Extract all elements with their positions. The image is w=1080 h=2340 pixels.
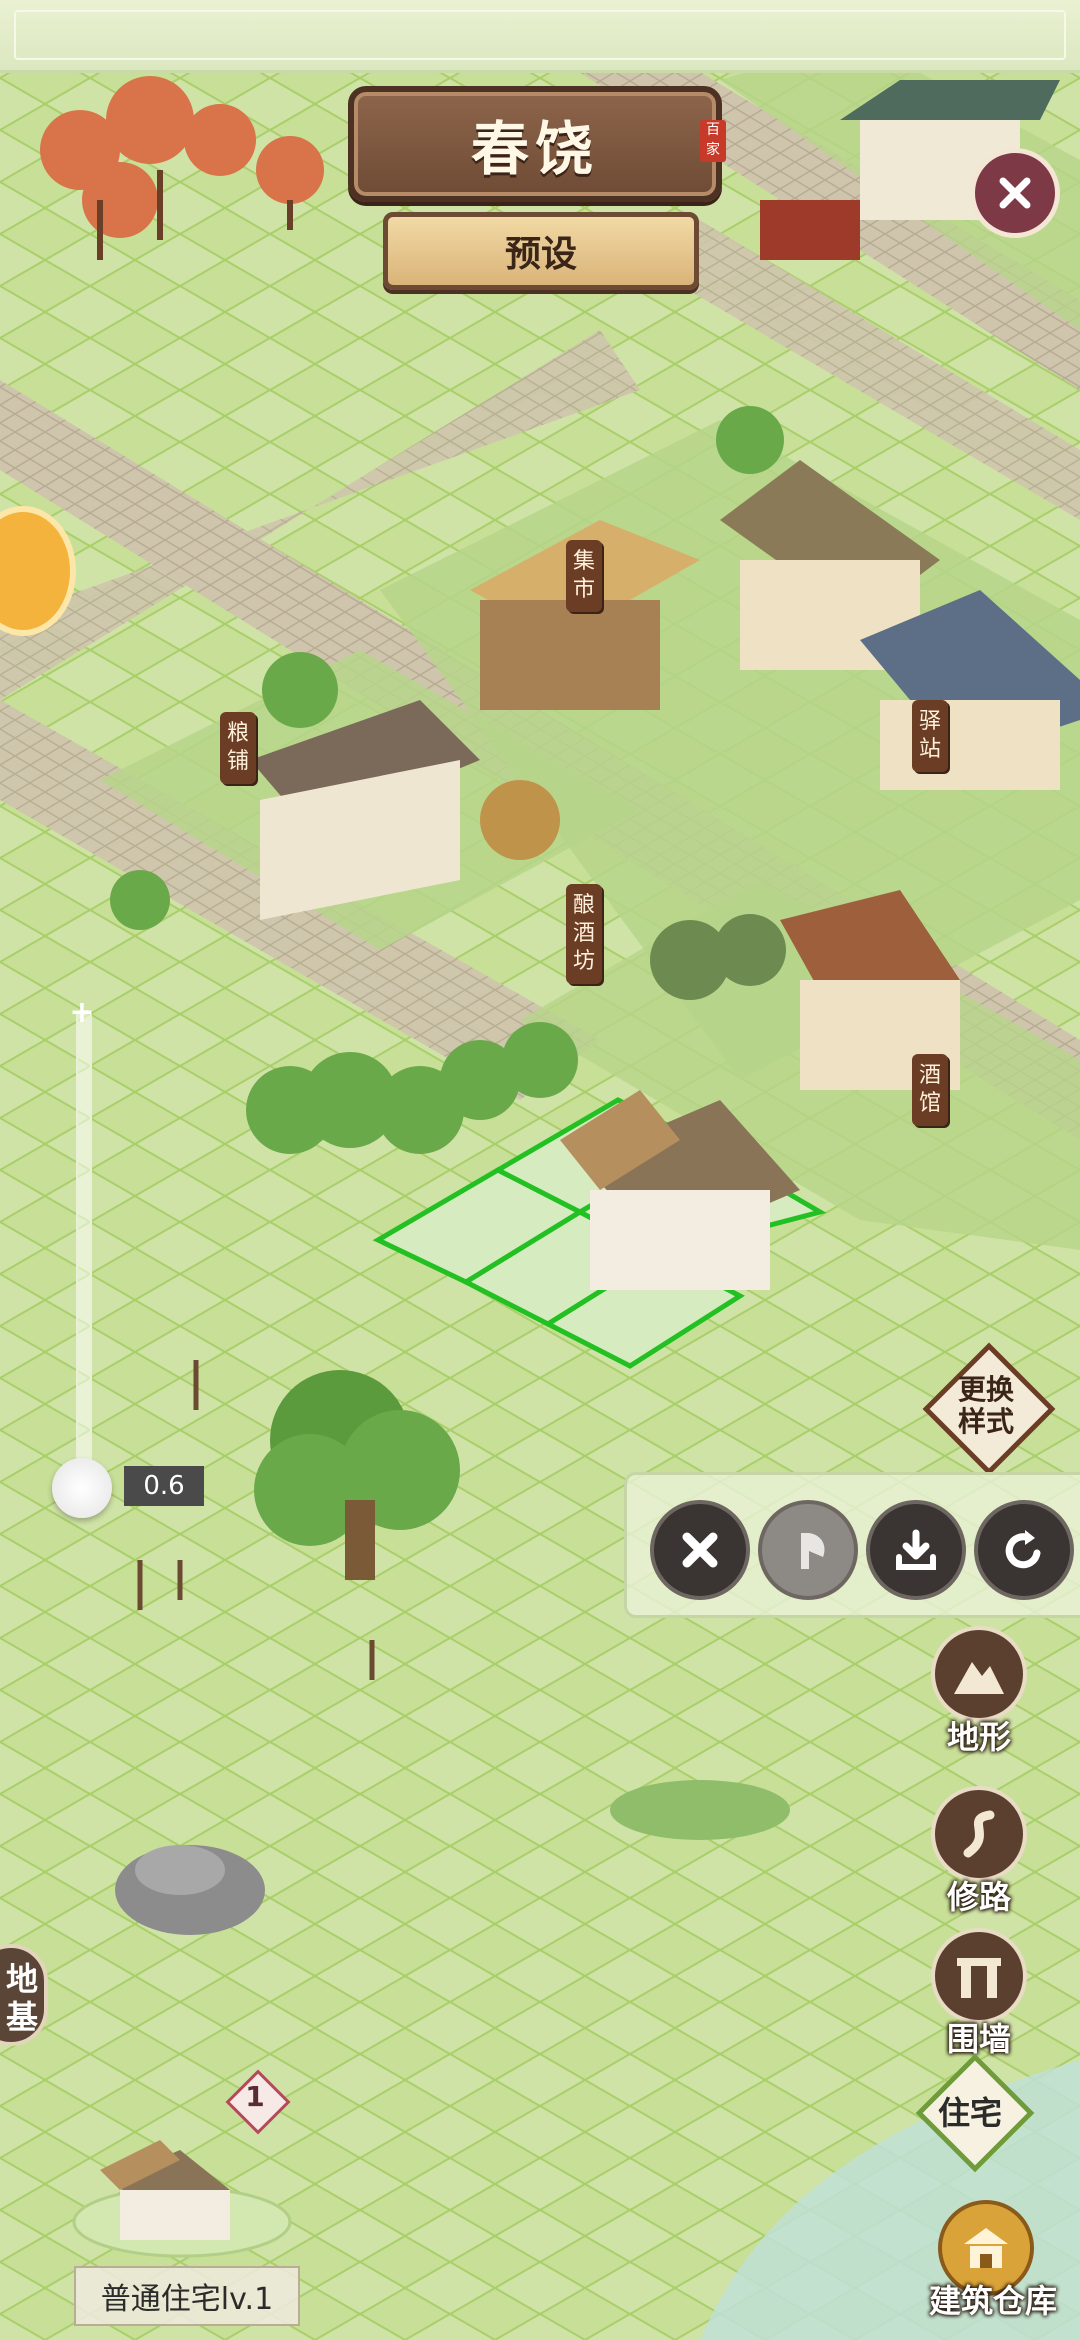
build-road-tool-label: 修路	[946, 1878, 1011, 1916]
rotate-button[interactable]	[974, 1500, 1074, 1600]
download-icon	[896, 1529, 936, 1570]
warehouse-icon	[964, 2228, 1008, 2268]
demolish-button[interactable]	[758, 1500, 858, 1600]
axe-icon	[801, 1533, 825, 1569]
terrain-tool-circle	[931, 1626, 1027, 1722]
foundation-line1: 地	[5, 1960, 38, 1998]
rotate-icon	[1005, 1530, 1041, 1569]
mountain-icon	[954, 1662, 1004, 1694]
wall-tool-label: 围墙	[946, 2020, 1011, 2058]
warehouse-label: 建筑仓库	[928, 2282, 1057, 2320]
cancel-placement-button[interactable]	[650, 1500, 750, 1600]
swap-style-label: 更换 样式	[958, 1374, 1014, 1438]
preset-label: 预设	[504, 234, 577, 275]
swap-style-line1: 更换	[957, 1373, 1014, 1406]
town-map[interactable]	[0, 0, 1080, 2340]
preset-button[interactable]: 预设	[383, 212, 699, 290]
seal-stamp: 百家	[700, 120, 726, 162]
zoom-value: 0.6	[124, 1466, 204, 1506]
sign-market[interactable]: 集市	[566, 540, 602, 612]
terrain-tool[interactable]: 地形	[924, 1626, 1034, 1758]
swap-style-line2: 样式	[957, 1405, 1014, 1438]
foundation-button[interactable]: 地 基	[0, 1944, 48, 2046]
item-count: 1	[245, 2080, 265, 2113]
sign-tavern-label: 酒馆	[918, 1063, 941, 1116]
town-name-plaque: 春饶	[348, 86, 722, 202]
build-road-tool-circle	[931, 1786, 1027, 1882]
residence-tab-label: 住宅	[937, 2094, 1002, 2132]
selected-item-name: 普通住宅lv.1	[74, 2266, 300, 2326]
close-icon	[682, 1532, 718, 1568]
terrain-tool-label: 地形	[946, 1718, 1011, 1756]
wall-tool[interactable]: 围墙	[924, 1928, 1034, 2060]
sign-post-station[interactable]: 驿站	[912, 700, 948, 772]
building-warehouse-button[interactable]: 建筑仓库	[908, 2200, 1080, 2340]
sign-tavern[interactable]: 酒馆	[912, 1054, 948, 1126]
store-button[interactable]	[866, 1500, 966, 1600]
residence-tab[interactable]: 住宅	[915, 2053, 1035, 2173]
sign-post-station-label: 驿站	[918, 709, 941, 762]
zoom-slider-knob[interactable]	[52, 1458, 112, 1518]
close-icon	[999, 177, 1031, 209]
zoom-slider-track[interactable]	[76, 1010, 92, 1494]
sign-granary-label: 粮铺	[226, 721, 249, 774]
selected-item-thumbnail[interactable]	[70, 2110, 300, 2260]
sign-market-label: 集市	[572, 549, 595, 602]
build-road-tool[interactable]: 修路	[924, 1786, 1034, 1918]
close-button[interactable]	[970, 148, 1060, 238]
foundation-line2: 基	[5, 1998, 38, 2036]
zoom-in-icon[interactable]: +	[66, 998, 98, 1030]
wall-tool-circle	[931, 1928, 1027, 2024]
swap-style-button[interactable]: 更换 样式	[922, 1342, 1056, 1476]
sign-brewery[interactable]: 酿酒坊	[566, 884, 602, 984]
road-icon	[963, 1810, 995, 1858]
game-scene: 春饶 百家 预设 集市 粮铺 驿站 酿酒坊 酒馆 + 0.6 更换 样式 地形 …	[0, 0, 1080, 2340]
sign-brewery-label: 酿酒坊	[572, 893, 595, 974]
gate-icon	[957, 1958, 1001, 1998]
top-frame	[0, 0, 1080, 73]
town-name: 春饶	[470, 115, 599, 183]
sign-granary[interactable]: 粮铺	[220, 712, 256, 784]
